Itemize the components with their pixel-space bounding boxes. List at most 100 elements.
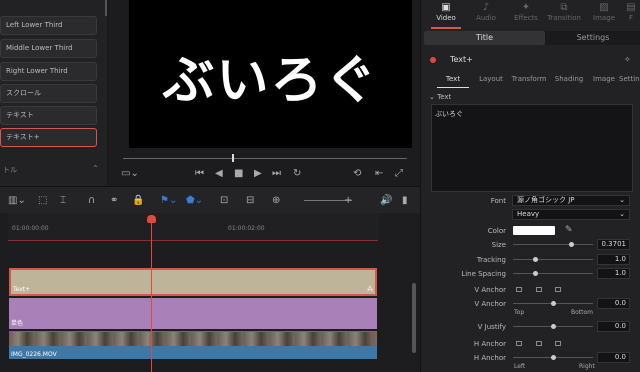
weight-value: Heavy <box>517 210 540 218</box>
v-anchor-field[interactable]: 0.0 <box>597 298 630 309</box>
tracking-knob[interactable] <box>533 257 538 262</box>
zoom-detail-icon[interactable]: ⊟ <box>246 187 254 214</box>
step-back-icon[interactable]: ◀ <box>215 168 223 179</box>
tab-audio[interactable]: ♪ Audio <box>467 2 505 22</box>
size-slider[interactable] <box>513 244 593 245</box>
preview-canvas[interactable]: ぶいろぐ <box>129 0 412 148</box>
line-spacing-field[interactable]: 1.0 <box>597 268 630 279</box>
trim-tool-icon[interactable]: ⌶ <box>60 187 66 214</box>
align-center-icon[interactable] <box>536 341 542 346</box>
zoom-custom-icon[interactable]: ⊕ <box>272 187 280 214</box>
v-justify-label: V Justify <box>477 323 506 331</box>
tab-image[interactable]: ▨ Image <box>585 2 623 22</box>
magic-wand-icon[interactable]: ✧ <box>624 52 631 68</box>
viewer-options-icon[interactable]: ▭⌄ <box>121 168 139 179</box>
align-right-icon[interactable] <box>555 341 561 346</box>
meter-icon[interactable]: ▮ <box>402 187 408 214</box>
h-anchor-label-1: H Anchor <box>473 340 506 348</box>
ttab-layout[interactable]: Layout <box>473 72 509 86</box>
align-bottom-icon[interactable] <box>555 287 561 292</box>
font-select[interactable]: 源ノ角ゴシック JP ⌄ <box>512 195 630 206</box>
select-tool-icon[interactable]: ⬚ <box>38 187 47 214</box>
loop-icon[interactable]: ↻ <box>293 168 301 179</box>
timeline-ruler[interactable]: 01:00:00:00 01:00:02:00 <box>8 213 378 241</box>
ttab-image[interactable]: Image <box>589 72 619 86</box>
tracking-slider[interactable] <box>513 259 593 260</box>
text-clip[interactable]: Text+ ⁂ <box>9 268 377 296</box>
effect-item-scroll[interactable]: スクロール <box>0 84 97 103</box>
video-thumbnails <box>9 332 377 346</box>
effect-item-right-lower-third[interactable]: Right Lower Third <box>0 62 97 81</box>
effects-icon: ✦ <box>521 2 531 13</box>
section-text[interactable]: ⌄ Text <box>429 93 451 101</box>
file-icon: ▤ <box>626 2 636 13</box>
v-justify-knob[interactable] <box>551 324 556 329</box>
subtab-title[interactable]: Title <box>424 31 545 45</box>
title-header: Text+ ✧ <box>424 52 640 68</box>
v-justify-field[interactable]: 0.0 <box>597 321 630 332</box>
tab-effects[interactable]: ✦ Effects <box>507 2 545 22</box>
size-knob[interactable] <box>569 242 574 247</box>
marker-icon[interactable]: ⬟⌄ <box>186 187 203 214</box>
h-anchor-field[interactable]: 0.0 <box>597 352 630 363</box>
chevron-down-icon: ⌄ <box>429 93 435 101</box>
prev-frame-icon[interactable]: ⇤ <box>375 168 383 179</box>
viewer-scrubber[interactable] <box>123 158 407 159</box>
zoom-full-icon[interactable]: ⊡ <box>220 187 228 214</box>
zoom-in-icon[interactable]: + <box>344 187 352 214</box>
section-text-label: Text <box>437 93 452 101</box>
weight-select[interactable]: Heavy ⌄ <box>512 209 630 220</box>
align-top-icon[interactable] <box>516 287 522 292</box>
eyedropper-icon[interactable]: ✎ <box>565 225 573 235</box>
effect-item-left-lower-third[interactable]: Left Lower Third <box>0 16 97 35</box>
snap-icon[interactable]: ∩ <box>88 187 95 214</box>
line-spacing-slider[interactable] <box>513 273 593 274</box>
scrubber-head[interactable] <box>232 154 234 162</box>
skip-end-icon[interactable]: ⏭ <box>272 168 281 179</box>
text-input[interactable]: ぶいろぐ <box>431 104 633 192</box>
align-left-icon[interactable] <box>516 341 522 346</box>
title-name: Text+ <box>450 55 473 64</box>
flag-icon[interactable]: ⚑⌄ <box>160 187 177 214</box>
size-field[interactable]: 0.3701 <box>597 239 630 250</box>
link-icon[interactable]: ⚭ <box>110 187 118 214</box>
ttab-text[interactable]: Text <box>433 72 473 88</box>
v-anchor-label-1: V Anchor <box>474 286 506 294</box>
align-middle-icon[interactable] <box>536 287 542 292</box>
v-anchor-knob[interactable] <box>551 301 556 306</box>
fx-badge-icon: ⁂ <box>367 286 373 293</box>
effects-panel: Left Lower Third Middle Lower Third Righ… <box>0 0 107 186</box>
ttab-shading[interactable]: Shading <box>549 72 589 86</box>
preview-title-text: ぶいろぐ <box>162 51 379 111</box>
chevron-up-icon[interactable]: ⌃ <box>92 164 99 173</box>
fullscreen-icon[interactable]: ⤢ <box>395 168 403 179</box>
ttab-setting[interactable]: Setting <box>619 72 640 86</box>
tab-file[interactable]: ▤ F <box>621 2 640 22</box>
match-frame-icon[interactable]: ⟲ <box>353 168 361 179</box>
tab-video[interactable]: ▣ Video <box>427 2 465 29</box>
volume-icon[interactable]: 🔊 <box>380 187 392 214</box>
play-icon[interactable]: ▶ <box>254 168 262 179</box>
layout-icon[interactable]: ▥⌄ <box>8 187 26 214</box>
video-clip[interactable]: IMG_0226.MOV <box>9 331 377 359</box>
tracking-field[interactable]: 1.0 <box>597 254 630 265</box>
line-spacing-knob[interactable] <box>533 271 538 276</box>
timeline-toolbar: ▥⌄ ⬚ ⌶ ∩ ⚭ 🔒 ⚑⌄ ⬟⌄ ⊡ ⊟ ⊕ + 🔊 ▮ <box>0 186 420 213</box>
transition-icon: ⧉ <box>560 2 568 13</box>
color-swatch[interactable] <box>513 226 555 235</box>
effect-item-text[interactable]: テキスト <box>0 106 97 125</box>
stop-icon[interactable]: ■ <box>234 168 243 179</box>
effect-item-text-plus[interactable]: テキスト+ <box>0 128 97 147</box>
ttab-transform[interactable]: Transform <box>509 72 549 86</box>
h-anchor-knob[interactable] <box>551 355 556 360</box>
solid-color-label: 単色 <box>11 320 24 327</box>
subtab-settings[interactable]: Settings <box>545 31 640 45</box>
solid-color-clip[interactable]: 単色 <box>9 298 377 329</box>
skip-start-icon[interactable]: ⏮ <box>195 168 204 179</box>
tab-transition[interactable]: ⧉ Transition <box>545 2 583 22</box>
effect-item-middle-lower-third[interactable]: Middle Lower Third <box>0 39 97 58</box>
timeline-scrollbar[interactable] <box>412 283 416 353</box>
v-anchor-top-label: Top <box>514 309 525 316</box>
lock-icon[interactable]: 🔒 <box>132 187 144 214</box>
playhead[interactable] <box>151 215 152 372</box>
